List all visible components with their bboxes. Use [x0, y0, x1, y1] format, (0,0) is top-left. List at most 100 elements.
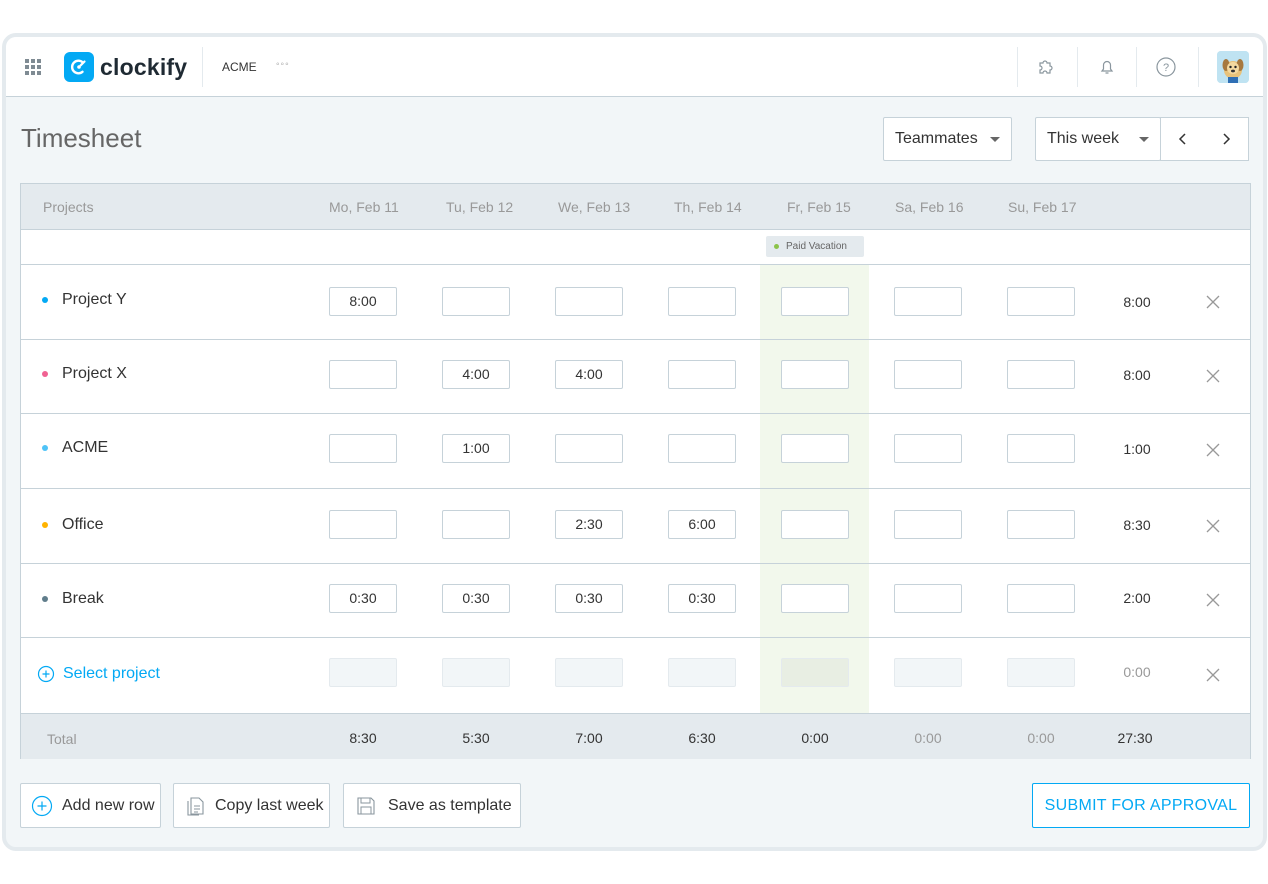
- time-cell[interactable]: [329, 434, 397, 463]
- time-cell[interactable]: [781, 287, 849, 316]
- project-color-dot: [42, 445, 48, 451]
- project-color-dot: [42, 371, 48, 377]
- help-icon[interactable]: ?: [1154, 55, 1178, 79]
- time-cell[interactable]: [781, 584, 849, 613]
- project-name[interactable]: ACME: [42, 439, 108, 457]
- workspace-menu-icon[interactable]: ◦◦◦: [276, 59, 290, 70]
- notifications-bell-icon[interactable]: [1095, 55, 1119, 79]
- time-cell[interactable]: [668, 434, 736, 463]
- day-total: 0:00: [1027, 730, 1055, 746]
- submit-for-approval-button[interactable]: SUBMIT FOR APPROVAL: [1032, 783, 1250, 828]
- project-name[interactable]: Office: [42, 516, 104, 534]
- row-total: 8:00: [1123, 367, 1151, 383]
- time-cell-disabled: [555, 658, 623, 687]
- table-row: Project X 4:00 4:00 8:00: [21, 340, 1250, 414]
- app-window: clockify ACME ◦◦◦ ? Timesheet Teammates …: [2, 33, 1267, 851]
- workspace-name[interactable]: ACME: [222, 60, 257, 74]
- time-cell-disabled: [894, 658, 962, 687]
- project-label: Office: [62, 516, 104, 533]
- time-cell[interactable]: [442, 510, 510, 539]
- save-floppy-icon: [357, 796, 375, 815]
- time-cell[interactable]: [781, 360, 849, 389]
- projects-header: Projects: [43, 199, 94, 215]
- time-cell[interactable]: [781, 434, 849, 463]
- time-off-row: Paid Vacation: [21, 230, 1250, 265]
- time-cell[interactable]: 0:30: [668, 584, 736, 613]
- save-as-template-button[interactable]: Save as template: [343, 783, 521, 828]
- time-cell[interactable]: [1007, 584, 1075, 613]
- user-avatar[interactable]: [1217, 51, 1249, 83]
- add-circle-icon: [37, 665, 55, 683]
- time-cell[interactable]: 6:00: [668, 510, 736, 539]
- delete-row-icon[interactable]: [1205, 368, 1221, 384]
- chevron-left-icon: [1178, 133, 1186, 145]
- teammates-label: Teammates: [895, 130, 978, 147]
- time-cell[interactable]: [668, 360, 736, 389]
- time-cell[interactable]: [781, 510, 849, 539]
- new-row: Select project 0:00: [21, 638, 1250, 713]
- copy-last-week-button[interactable]: Copy last week: [173, 783, 330, 828]
- divider: [1077, 47, 1078, 87]
- project-name[interactable]: Project X: [42, 365, 127, 383]
- time-cell[interactable]: [1007, 360, 1075, 389]
- chevron-right-icon: [1223, 133, 1231, 145]
- project-name[interactable]: Project Y: [42, 291, 127, 309]
- apps-grid-icon[interactable]: [25, 59, 41, 75]
- time-cell[interactable]: [329, 360, 397, 389]
- time-cell-disabled: [1007, 658, 1075, 687]
- integrations-puzzle-icon[interactable]: [1034, 55, 1058, 79]
- time-cell[interactable]: [555, 287, 623, 316]
- time-cell[interactable]: 0:30: [329, 584, 397, 613]
- previous-week-button[interactable]: [1160, 117, 1205, 161]
- time-cell[interactable]: [894, 360, 962, 389]
- day-total: 0:00: [801, 730, 829, 746]
- time-cell[interactable]: [894, 287, 962, 316]
- delete-row-icon[interactable]: [1205, 592, 1221, 608]
- time-cell-disabled: [668, 658, 736, 687]
- delete-row-icon[interactable]: [1205, 518, 1221, 534]
- time-cell[interactable]: 4:00: [442, 360, 510, 389]
- time-cell[interactable]: [1007, 287, 1075, 316]
- time-cell[interactable]: [329, 510, 397, 539]
- time-cell[interactable]: 2:30: [555, 510, 623, 539]
- copy-document-icon: [187, 796, 204, 816]
- date-range-dropdown[interactable]: This week: [1035, 117, 1161, 161]
- chevron-down-icon: [990, 137, 1000, 142]
- time-cell[interactable]: [894, 434, 962, 463]
- project-name[interactable]: Break: [42, 590, 104, 608]
- time-cell[interactable]: [668, 287, 736, 316]
- add-new-row-button[interactable]: Add new row: [20, 783, 161, 828]
- svg-text:?: ?: [1163, 62, 1169, 74]
- day-header: Tu, Feb 12: [446, 199, 514, 215]
- time-cell[interactable]: [894, 510, 962, 539]
- delete-row-icon[interactable]: [1205, 294, 1221, 310]
- time-cell[interactable]: [555, 434, 623, 463]
- delete-row-icon[interactable]: [1205, 667, 1221, 683]
- time-cell[interactable]: 8:00: [329, 287, 397, 316]
- delete-row-icon[interactable]: [1205, 442, 1221, 458]
- table-row: Office 2:30 6:00 8:30: [21, 489, 1250, 564]
- table-row: Break 0:30 0:30 0:30 0:30 2:00: [21, 564, 1250, 638]
- chevron-down-icon: [1139, 137, 1149, 142]
- next-week-button[interactable]: [1204, 117, 1249, 161]
- time-cell-disabled: [781, 658, 849, 687]
- clockify-logo[interactable]: clockify: [64, 52, 187, 82]
- paid-vacation-label: Paid Vacation: [786, 241, 847, 252]
- day-total: 6:30: [688, 730, 716, 746]
- page-title: Timesheet: [21, 123, 142, 153]
- paid-vacation-badge[interactable]: Paid Vacation: [766, 236, 864, 257]
- time-cell[interactable]: 0:30: [555, 584, 623, 613]
- time-cell[interactable]: [894, 584, 962, 613]
- divider: [1017, 47, 1018, 87]
- table-header: Projects Mo, Feb 11 Tu, Feb 12 We, Feb 1…: [21, 184, 1250, 230]
- day-header: Fr, Feb 15: [787, 199, 851, 215]
- time-cell[interactable]: [442, 287, 510, 316]
- time-cell[interactable]: 1:00: [442, 434, 510, 463]
- teammates-dropdown[interactable]: Teammates: [883, 117, 1012, 161]
- time-cell[interactable]: [1007, 434, 1075, 463]
- select-project-button[interactable]: Select project: [37, 665, 160, 683]
- day-total: 8:30: [349, 730, 377, 746]
- time-cell[interactable]: [1007, 510, 1075, 539]
- time-cell[interactable]: 4:00: [555, 360, 623, 389]
- time-cell[interactable]: 0:30: [442, 584, 510, 613]
